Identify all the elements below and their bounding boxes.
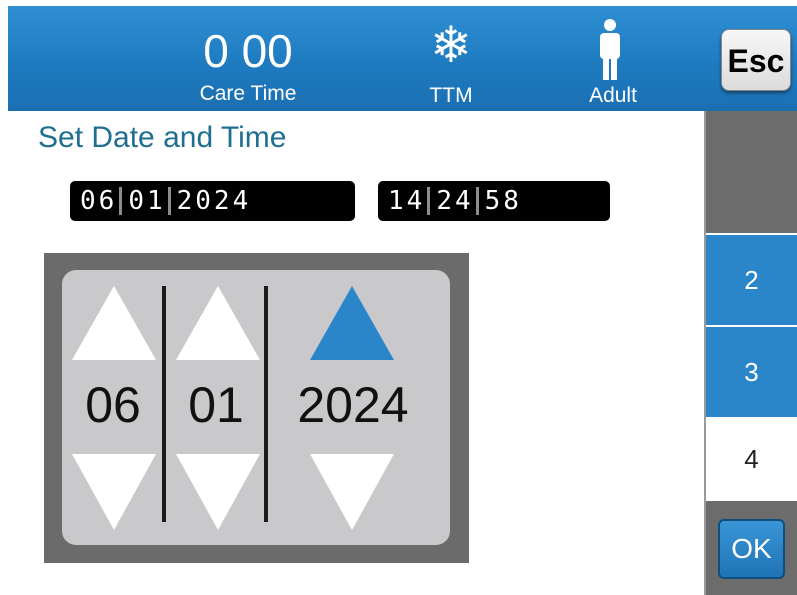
date-readout[interactable]: 06 01 2024 [70,181,355,221]
separator [167,187,171,215]
ok-area: OK [706,501,797,595]
adult-label: Adult [589,84,637,107]
sidebar-blank [706,111,797,233]
separator [427,187,431,215]
ttm-label: TTM [429,84,473,107]
screen: 0 00 Care Time ❄ TTM Adult Esc Set Date … [8,6,797,595]
step-3-tab[interactable]: 3 [706,327,797,417]
spinner-body: 06 01 2024 [62,270,450,545]
separator [119,187,123,215]
step-sidebar: 2 3 4 OK [706,111,797,595]
year-up-arrow-icon[interactable] [310,286,394,360]
date-year: 2024 [176,186,252,216]
care-time-label: Care Time [199,82,297,105]
time-minute: 24 [436,186,474,216]
date-spinner: 06 01 2024 [44,253,469,563]
month-value: 06 [85,377,141,433]
time-hour: 14 [388,186,426,216]
day-value: 01 [188,377,244,433]
time-readout[interactable]: 14 24 58 [378,181,610,221]
care-time-value: 0 00 [203,25,293,77]
day-down-arrow-icon[interactable] [176,454,260,530]
esc-button[interactable]: Esc [721,29,791,91]
adult-person-icon [600,19,620,80]
date-month: 06 [80,186,118,216]
snowflake-icon: ❄ [430,17,472,73]
year-value: 2024 [297,377,409,433]
date-day: 01 [128,186,166,216]
step-4-current: 4 [706,419,797,499]
page-title: Set Date and Time [38,121,287,154]
ok-button[interactable]: OK [718,519,785,579]
day-up-arrow-icon[interactable] [176,286,260,360]
year-down-arrow-icon[interactable] [310,454,394,530]
month-down-arrow-icon[interactable] [72,454,156,530]
time-second: 58 [484,186,522,216]
month-up-arrow-icon[interactable] [72,286,156,360]
status-header: 0 00 Care Time ❄ TTM Adult Esc [8,6,797,111]
set-date-time-panel: Set Date and Time 06 01 2024 14 24 58 06 [8,111,706,595]
separator [475,187,479,215]
step-2-tab[interactable]: 2 [706,235,797,325]
